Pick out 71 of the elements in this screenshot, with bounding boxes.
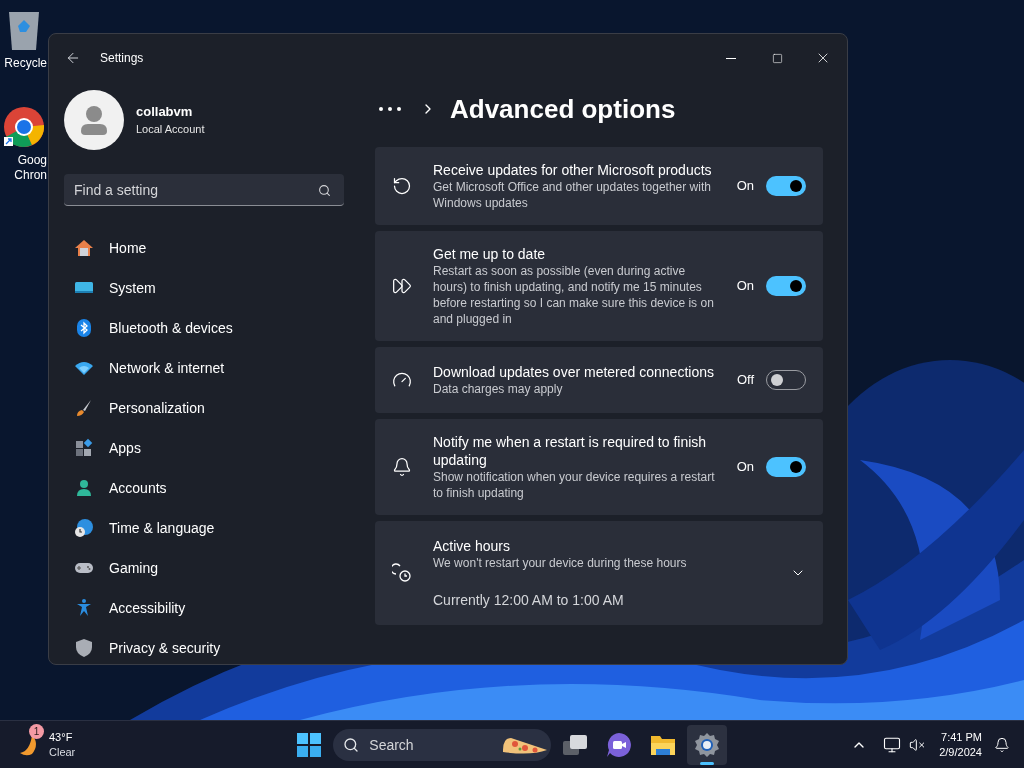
search-icon xyxy=(318,184,331,197)
sidebar-item[interactable]: Home xyxy=(64,230,344,266)
globe-clock-icon xyxy=(74,518,94,538)
page-title: Advanced options xyxy=(450,92,676,126)
sidebar-item[interactable]: System xyxy=(64,270,344,306)
toggle-state: On xyxy=(736,177,754,196)
current-hours: Currently 12:00 AM to 1:00 AM xyxy=(433,591,625,609)
setting-card[interactable]: Active hours We won't restart your device during these hours Currently 12:00 AM to 1:00 AM xyxy=(375,521,823,625)
setting-description: Show notification when your device requires a restart to finish updating xyxy=(433,469,715,501)
desktop-icon-label: Goog xyxy=(17,153,47,168)
setting-title: Active hours xyxy=(433,537,512,555)
toggle-switch[interactable] xyxy=(766,176,806,196)
search-icon xyxy=(343,736,360,753)
house-icon xyxy=(74,238,94,258)
taskbar-app-button[interactable] xyxy=(687,724,728,765)
account-type: Local Account xyxy=(136,122,205,137)
sidebar-item[interactable]: Personalization xyxy=(64,390,344,426)
maximize-icon xyxy=(771,52,783,64)
bell-icon xyxy=(392,457,412,477)
setting-description: We won't restart your device during these hours xyxy=(433,555,687,571)
toggle-state: Off xyxy=(736,371,754,390)
sidebar-item[interactable]: Accounts xyxy=(64,470,344,506)
toggle-switch[interactable] xyxy=(766,457,806,477)
fast-forward-icon xyxy=(392,276,412,296)
more-icon[interactable] xyxy=(378,106,402,112)
clock[interactable]: 7:41 PM 2/9/2024 xyxy=(939,729,982,760)
window-title: Settings xyxy=(100,50,144,67)
sidebar-item[interactable]: Apps xyxy=(64,430,344,466)
notification-badge: 1 xyxy=(29,723,44,739)
user-name: collabvm xyxy=(136,103,194,121)
setting-description: Data charges may apply xyxy=(433,381,564,397)
person-icon xyxy=(74,478,94,498)
settings-search-field[interactable]: Find a setting xyxy=(64,174,344,206)
shield-icon xyxy=(74,638,94,658)
toggle-state: On xyxy=(736,458,754,477)
sidebar-item[interactable]: Network & internet xyxy=(64,350,344,386)
browser-icon xyxy=(2,105,46,149)
windows-icon xyxy=(297,732,322,757)
minimize-icon xyxy=(726,57,736,59)
clock-icon xyxy=(392,563,412,583)
active-indicator xyxy=(700,761,715,765)
notifications-icon[interactable] xyxy=(994,736,1010,753)
gear-icon xyxy=(694,731,721,758)
setting-title: Download updates over metered connections xyxy=(433,363,715,381)
setting-title: Notify me when a restart is required to finish updating xyxy=(433,433,708,469)
temperature: 43°F xyxy=(49,729,74,745)
sidebar-item[interactable]: Accessibility xyxy=(64,590,344,626)
avatar xyxy=(64,90,124,150)
sidebar-item[interactable]: Bluetooth & devices xyxy=(64,310,344,346)
folder-icon xyxy=(650,733,677,756)
weather-condition: Clear xyxy=(49,744,76,760)
taskbar-search-field[interactable]: Search xyxy=(333,728,552,761)
sidebar-item[interactable]: Time & language xyxy=(64,510,344,546)
desktop-icon-label: Chron xyxy=(14,168,47,183)
network-icon[interactable] xyxy=(883,735,902,754)
sidebar-item[interactable]: Privacy & security xyxy=(64,630,344,664)
apps-icon xyxy=(74,438,94,458)
video-chat-icon xyxy=(606,731,633,758)
toggle-switch[interactable] xyxy=(766,276,806,296)
sidebar-item[interactable]: Gaming xyxy=(64,550,344,586)
setting-title: Receive updates for other Microsoft products xyxy=(433,161,713,179)
setting-description: Get Microsoft Office and other updates together with Windows updates xyxy=(433,179,712,211)
volume-muted-icon[interactable] xyxy=(909,736,926,753)
setting-title: Get me up to date xyxy=(433,245,547,263)
desktop-icon-label: Recycle xyxy=(4,56,47,71)
setting-description: Restart as soon as possible (even during active hours) to finish updating, and notify me 15 minutes before restarting so I can make sure this device is on and plugged in xyxy=(433,263,715,327)
refresh-icon xyxy=(392,176,412,196)
back-icon[interactable] xyxy=(65,50,81,66)
task-view-icon xyxy=(562,732,589,757)
toggle-state: On xyxy=(736,277,754,296)
bluetooth-icon xyxy=(74,318,94,338)
